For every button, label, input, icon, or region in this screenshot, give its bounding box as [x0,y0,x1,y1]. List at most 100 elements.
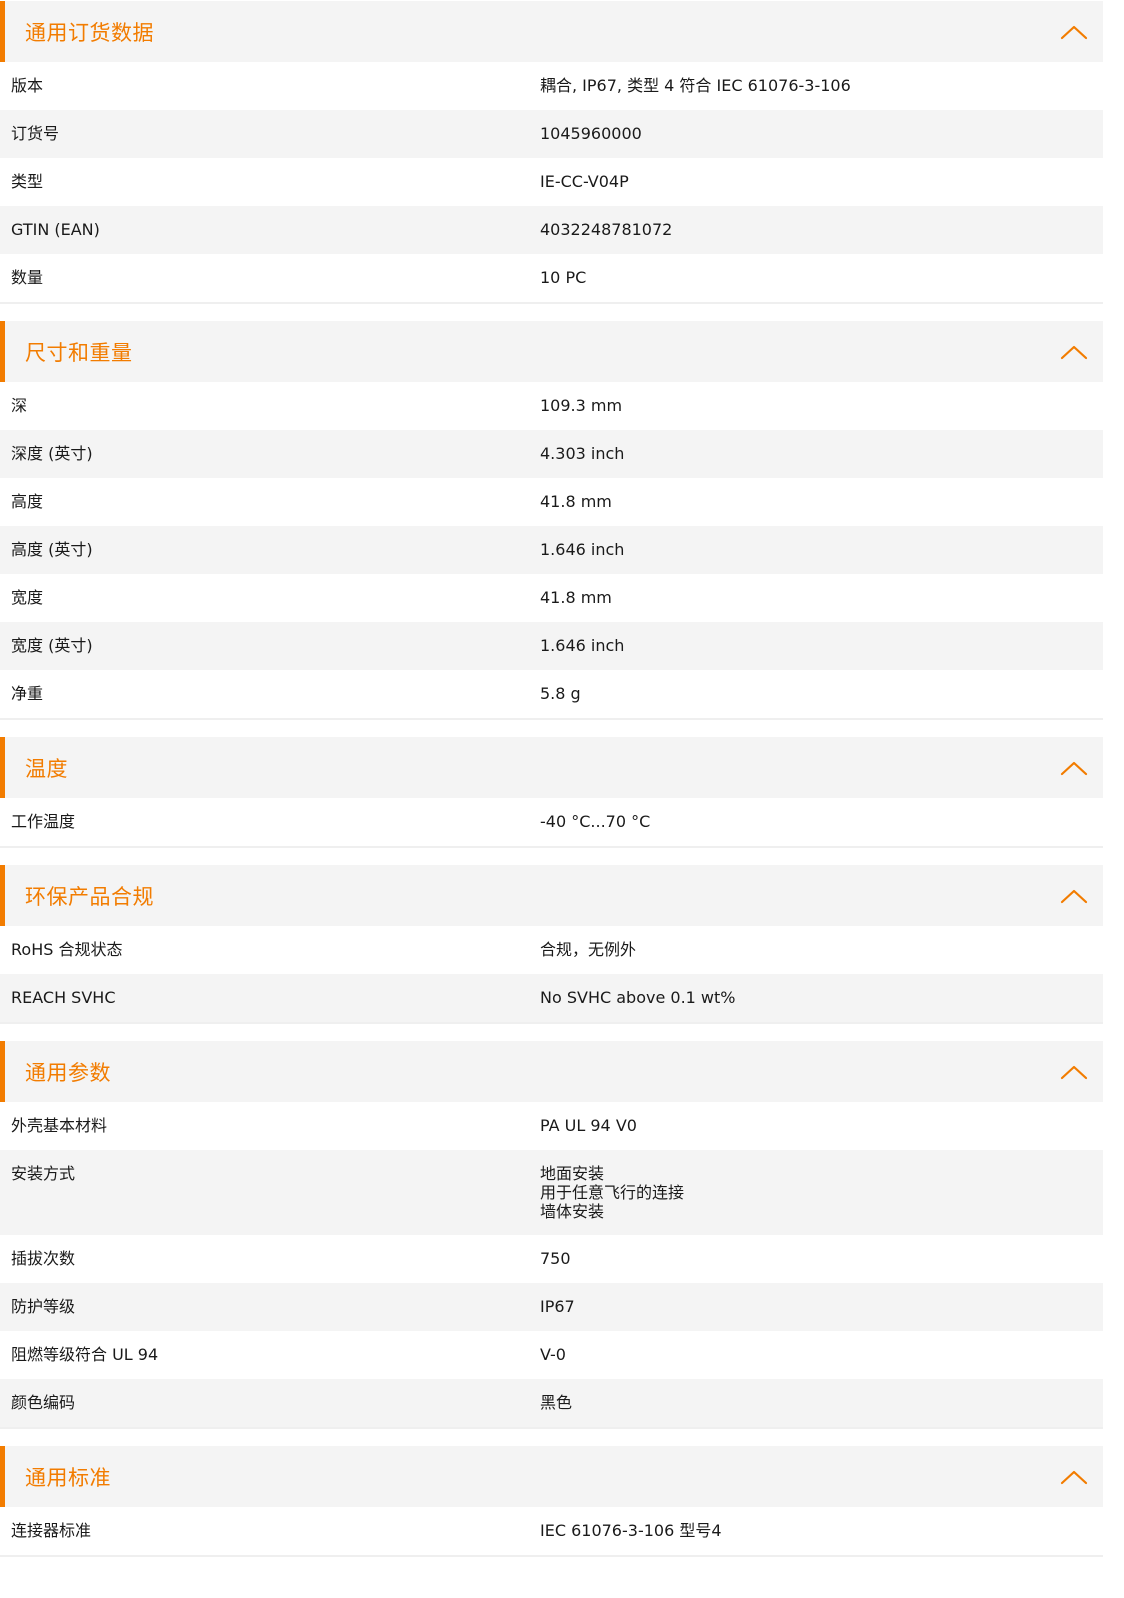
spec-row: REACH SVHC No SVHC above 0.1 wt% [0,974,1103,1022]
section-rows: RoHS 合规状态 合规，无例外 REACH SVHC No SVHC abov… [0,926,1103,1024]
spec-value-line: 41.8 mm [540,588,612,607]
spec-row: 外壳基本材料 PA UL 94 V0 [0,1102,1103,1150]
spec-value: 地面安装 用于任意飞行的连接 墙体安装 [540,1164,1103,1221]
spec-label: REACH SVHC [11,988,116,1007]
spec-value-line: 4032248781072 [540,220,673,239]
spec-value: IE-CC-V04P [540,172,1103,192]
spec-value-line: 41.8 mm [540,492,612,511]
spec-row: 工作温度 -40 °C...70 °C [0,798,1103,846]
spec-section: 通用订货数据 版本 耦合, IP67, 类型 4 符合 IEC 61076-3-… [0,1,1103,304]
spec-value: PA UL 94 V0 [540,1116,1103,1136]
spec-value: 5.8 g [540,684,1103,704]
section-rows: 版本 耦合, IP67, 类型 4 符合 IEC 61076-3-106 订货号… [0,62,1103,304]
section-header[interactable]: 通用标准 [0,1446,1103,1507]
spec-label: RoHS 合规状态 [11,940,123,959]
spec-label: 颜色编码 [11,1393,76,1412]
spec-value: IEC 61076-3-106 型号4 [540,1521,1103,1541]
spec-value-line: 5.8 g [540,684,581,703]
spec-value-line: 750 [540,1249,571,1268]
spec-row: 订货号 1045960000 [0,110,1103,158]
spec-label: 阻燃等级符合 UL 94 [11,1345,159,1364]
spec-value-line: 墙体安装 [540,1202,605,1221]
section-title: 通用订货数据 [25,20,154,45]
spec-section: 温度 工作温度 -40 °C...70 °C [0,737,1103,848]
section-header[interactable]: 尺寸和重量 [0,321,1103,382]
spec-value-line: 地面安装 [540,1164,605,1183]
spec-label: 高度 (英寸) [11,540,93,559]
spec-section: 通用标准 连接器标准 IEC 61076-3-106 型号4 [0,1446,1103,1557]
spec-row: 阻燃等级符合 UL 94 V-0 [0,1331,1103,1379]
spec-value: 109.3 mm [540,396,1103,416]
spec-row: 版本 耦合, IP67, 类型 4 符合 IEC 61076-3-106 [0,62,1103,110]
chevron-up-icon[interactable] [1059,1063,1089,1081]
spec-label: 连接器标准 [11,1521,92,1540]
spec-value: No SVHC above 0.1 wt% [540,988,1103,1008]
spec-value-line: 109.3 mm [540,396,623,415]
spec-value: 合规，无例外 [540,940,1103,960]
spec-label: 宽度 (英寸) [11,636,93,655]
spec-value-line: 耦合, IP67, 类型 4 符合 IEC 61076-3-106 [540,76,851,95]
section-header[interactable]: 通用订货数据 [0,1,1103,62]
section-header[interactable]: 环保产品合规 [0,865,1103,926]
section-header[interactable]: 温度 [0,737,1103,798]
spec-value-line: IE-CC-V04P [540,172,629,191]
spec-section: 通用参数 外壳基本材料 PA UL 94 V0 安装方式 地面安装 用于任意飞行的… [0,1041,1103,1429]
spec-value: 1.646 inch [540,540,1103,560]
spec-label: 净重 [11,684,44,703]
spec-row: 防护等级 IP67 [0,1283,1103,1331]
spec-value-line: 用于任意飞行的连接 [540,1183,685,1202]
spec-value-line: 4.303 inch [540,444,625,463]
spec-value: 1.646 inch [540,636,1103,656]
spec-section: 尺寸和重量 深 109.3 mm 深度 (英寸) 4.303 inch 高度 4… [0,321,1103,720]
spec-label: 版本 [11,76,44,95]
spec-label: 防护等级 [11,1297,76,1316]
section-header[interactable]: 通用参数 [0,1041,1103,1102]
chevron-up-icon[interactable] [1059,1468,1089,1486]
spec-value-line: 1.646 inch [540,540,625,559]
spec-value: IP67 [540,1297,1103,1317]
spec-value: 4032248781072 [540,220,1103,240]
spec-row: 高度 (英寸) 1.646 inch [0,526,1103,574]
spec-value: 41.8 mm [540,588,1103,608]
spec-row: 深度 (英寸) 4.303 inch [0,430,1103,478]
spec-row: 深 109.3 mm [0,382,1103,430]
chevron-up-icon[interactable] [1059,23,1089,41]
spec-value-line: No SVHC above 0.1 wt% [540,988,736,1007]
spec-value: 4.303 inch [540,444,1103,464]
spec-row: 高度 41.8 mm [0,478,1103,526]
spec-label: 类型 [11,172,44,191]
spec-section: 环保产品合规 RoHS 合规状态 合规，无例外 REACH SVHC No SV… [0,865,1103,1024]
spec-row: 安装方式 地面安装 用于任意飞行的连接 墙体安装 [0,1150,1103,1235]
spec-sheet: 通用订货数据 版本 耦合, IP67, 类型 4 符合 IEC 61076-3-… [0,0,1103,1557]
spec-label: 外壳基本材料 [11,1116,108,1135]
spec-label: 深 [11,396,28,415]
spec-row: 净重 5.8 g [0,670,1103,718]
spec-row: 插拔次数 750 [0,1235,1103,1283]
spec-value: 41.8 mm [540,492,1103,512]
chevron-up-icon[interactable] [1059,759,1089,777]
spec-label: 插拔次数 [11,1249,76,1268]
spec-label: 高度 [11,492,44,511]
spec-label: GTIN (EAN) [11,220,100,239]
section-title: 通用参数 [25,1060,111,1085]
section-rows: 深 109.3 mm 深度 (英寸) 4.303 inch 高度 41.8 mm… [0,382,1103,720]
spec-row: RoHS 合规状态 合规，无例外 [0,926,1103,974]
spec-value: 耦合, IP67, 类型 4 符合 IEC 61076-3-106 [540,76,1103,96]
spec-value: 10 PC [540,268,1103,288]
spec-value-line: 1045960000 [540,124,642,143]
spec-label: 宽度 [11,588,44,607]
spec-value: 1045960000 [540,124,1103,144]
spec-row: 宽度 41.8 mm [0,574,1103,622]
spec-row: 连接器标准 IEC 61076-3-106 型号4 [0,1507,1103,1555]
chevron-up-icon[interactable] [1059,887,1089,905]
spec-value: -40 °C...70 °C [540,812,1103,832]
spec-value-line: 黑色 [540,1393,573,1412]
spec-row: GTIN (EAN) 4032248781072 [0,206,1103,254]
spec-label: 数量 [11,268,44,287]
spec-value-line: IEC 61076-3-106 型号4 [540,1521,722,1540]
chevron-up-icon[interactable] [1059,343,1089,361]
spec-row: 宽度 (英寸) 1.646 inch [0,622,1103,670]
section-rows: 外壳基本材料 PA UL 94 V0 安装方式 地面安装 用于任意飞行的连接 墙体安… [0,1102,1103,1429]
spec-value-line: PA UL 94 V0 [540,1116,637,1135]
spec-value: V-0 [540,1345,1103,1365]
